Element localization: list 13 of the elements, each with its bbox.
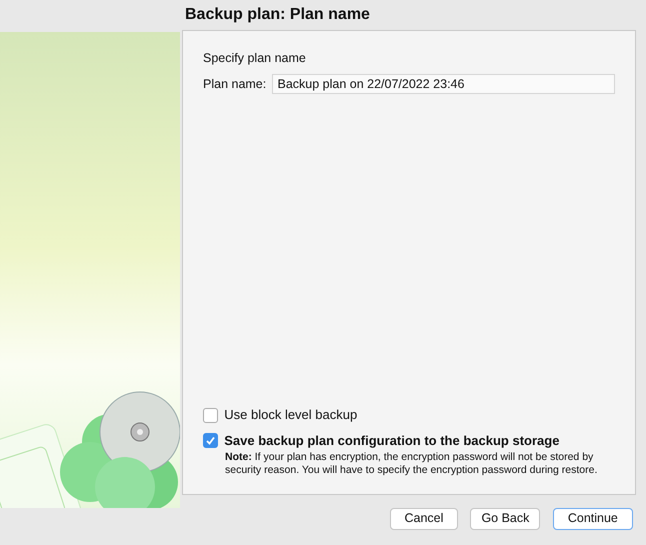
continue-button[interactable]: Continue: [552, 508, 633, 530]
window-title: Backup plan: Plan name: [185, 5, 371, 25]
dialog-button[interactable]: Go Back: [470, 508, 540, 530]
dialog-button[interactable]: Cancel: [390, 508, 458, 530]
checkbox-label[interactable]: Save backup plan configuration to the backup storage: [224, 431, 560, 451]
note-text: Note: If your plan has encryption, the encryption password will not be stored by security reason. You will have to specify the encryption password during restore.: [225, 450, 598, 478]
section-heading: Specify plan name: [203, 50, 307, 67]
field-label: Plan name:: [203, 76, 266, 93]
checkbox-label[interactable]: Use block level backup: [224, 405, 358, 425]
checkbox[interactable]: [203, 433, 218, 448]
plan-name-field[interactable]: Backup plan on 22/07/2022 23:46: [272, 74, 615, 94]
checkbox[interactable]: [203, 408, 218, 423]
check-icon: [205, 435, 216, 446]
